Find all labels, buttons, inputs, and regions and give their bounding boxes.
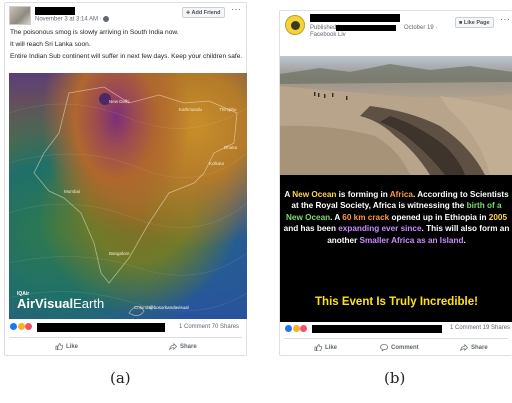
map-label-new-delhi: New Delhi [109, 99, 130, 104]
share-arrow-icon [460, 344, 468, 351]
brand-earth: Earth [73, 296, 105, 311]
more-options-icon[interactable]: ··· [500, 14, 511, 24]
ocean-claim-text: A New Ocean is forming in Africa. Accord… [283, 190, 510, 245]
thumbs-up-icon: ■ [459, 20, 463, 26]
wow-reaction-icon [17, 323, 25, 330]
like-button[interactable]: Like [55, 343, 78, 350]
redacted-reactor-names [37, 323, 165, 332]
love-reaction-icon [300, 325, 308, 332]
redacted-publisher [336, 25, 396, 31]
rift-landscape-photo[interactable] [280, 56, 512, 175]
map-label-kathmandu: Kathmandu [179, 107, 203, 112]
airvisual-logo: IQAir AirVisualEarth [17, 291, 104, 311]
image-text-overlay: A New Ocean is forming in Africa. Accord… [280, 175, 512, 322]
share-arrow-icon [169, 343, 177, 350]
figure-caption-a: (a) [110, 369, 131, 387]
globe-icon [103, 16, 110, 22]
post-header: Published b October 19 · Facebook Liv ■ … [280, 11, 512, 45]
redacted-page-name [310, 14, 400, 22]
angry-reaction-icon [25, 323, 33, 330]
redacted-author-name [35, 7, 75, 15]
comment-button[interactable]: Comment [380, 344, 419, 351]
redacted-reactor-names [312, 325, 442, 333]
divider [284, 338, 508, 339]
share-button[interactable]: Share [169, 343, 197, 350]
map-label-dhaka: Dhaka [224, 145, 238, 150]
avatar[interactable] [9, 6, 31, 25]
share-button[interactable]: Share [460, 344, 488, 351]
reactions-row[interactable] [285, 325, 308, 335]
map-label-mumbai: Mumbai [64, 189, 81, 194]
post-header: November 3 at 3:14 AM · ➕︎ Add Friend ··… [5, 3, 246, 27]
post-date[interactable]: October 19 · [404, 25, 437, 31]
image-headline: This Event Is Truly Incredible! [315, 296, 478, 308]
more-options-icon[interactable]: ··· [231, 4, 242, 14]
india-outline [9, 86, 247, 316]
add-friend-label: Add Friend [191, 10, 221, 16]
post-card-a: November 3 at 3:14 AM · ➕︎ Add Friend ··… [4, 2, 247, 356]
like-reaction-icon [285, 325, 292, 332]
post-timestamp[interactable]: November 3 at 3:14 AM · [35, 17, 103, 23]
divider [9, 337, 242, 338]
page-category: Facebook Liv [310, 32, 346, 38]
like-page-button[interactable]: ■ Like Page [455, 17, 494, 28]
page-avatar[interactable] [285, 15, 305, 35]
comments-shares-count[interactable]: 1 Comment 19 Shares [450, 325, 510, 335]
add-person-icon: ➕︎ [186, 10, 191, 16]
post-card-b: Published b October 19 · Facebook Liv ■ … [279, 10, 512, 356]
post-text-line-3: Entire Indian Sub continent will suffer … [10, 53, 243, 60]
reactions-row[interactable] [10, 323, 33, 333]
wow-reaction-icon [292, 325, 300, 332]
comments-shares-count[interactable]: 1 Comment 70 Shares [179, 324, 239, 334]
figure-caption-b: (b) [384, 369, 406, 387]
thumbs-up-icon [55, 343, 63, 350]
map-label-thimphu: Thimphu [219, 107, 237, 112]
like-page-label: Like Page [463, 20, 490, 26]
post-text-line-1: The poisonous smog is slowly arriving in… [10, 29, 179, 36]
watermark: @bosorkandavisual [149, 305, 189, 310]
brand-airvisual: AirVisual [17, 296, 74, 311]
air-quality-map-image[interactable]: New Delhi Kathmandu Thimphu Dhaka Kolkat… [9, 73, 247, 319]
comment-bubble-icon [380, 344, 388, 351]
post-text-line-2: It will reach Sri Lanka soon. [10, 41, 91, 48]
map-label-bangalore: Bangalore [109, 251, 130, 256]
add-friend-button[interactable]: ➕︎ Add Friend [182, 7, 225, 18]
map-label-kolkata: Kolkata [209, 161, 225, 166]
page-logo-icon [291, 21, 300, 30]
like-button[interactable]: Like [314, 344, 337, 351]
like-reaction-icon [10, 323, 17, 330]
rift-landscape-drawing [280, 64, 512, 175]
thumbs-up-icon [314, 344, 322, 351]
